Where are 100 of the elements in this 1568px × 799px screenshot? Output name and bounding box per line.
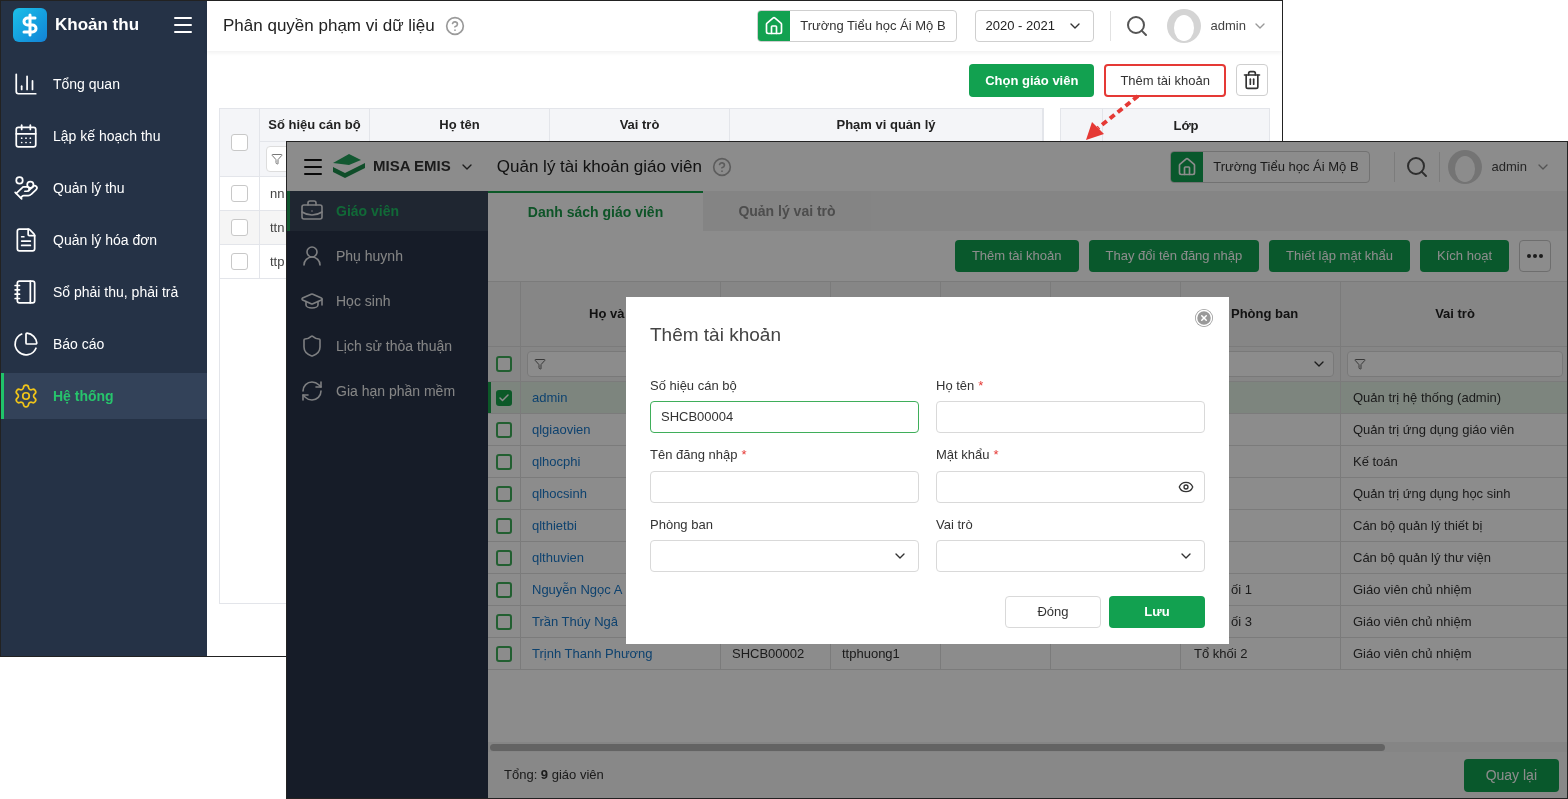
help-icon[interactable]: [711, 156, 732, 177]
sidebar-item[interactable]: Sổ phải thu, phải trả: [1, 269, 207, 315]
back-button[interactable]: Quay lại: [1463, 758, 1559, 792]
toolbar-button[interactable]: Chọn giáo viên: [969, 64, 1095, 97]
table-row[interactable]: Trịnh Thanh Phương SHCB00002 ttphuong1 Tổ khối 2 Giáo viên chủ nhiệm: [488, 638, 1567, 670]
dialog-title: Thêm tài khoản: [650, 323, 781, 347]
checkbox[interactable]: [496, 581, 512, 598]
table-cell-text: Giáo viên chủ nhiệm: [1353, 644, 1472, 663]
brand-name: MISA EMIS: [373, 156, 451, 177]
toolbar-button[interactable]: Thêm tài khoản: [1104, 64, 1226, 97]
select-field[interactable]: [936, 540, 1205, 572]
select-field[interactable]: [650, 540, 919, 572]
toolbar-button[interactable]: Kích hoạt: [1420, 240, 1509, 272]
teacher-link[interactable]: Trịnh Thanh Phương: [532, 643, 653, 664]
sidebar-item[interactable]: Tổng quan: [1, 61, 207, 107]
page-title: Phân quyền phạm vi dữ liệu: [223, 15, 435, 38]
filter-icon: [1354, 358, 1366, 370]
year-select[interactable]: 2020 - 2021: [974, 10, 1094, 42]
school-selector[interactable]: Trường Tiểu học Ái Mộ B: [1170, 150, 1370, 183]
sidebar-item[interactable]: Học sinh: [287, 281, 488, 321]
sidebar-item[interactable]: Quản lý thu: [1, 165, 207, 211]
input-field[interactable]: [650, 470, 919, 503]
checkbox[interactable]: [231, 134, 248, 151]
filter-field[interactable]: [1347, 351, 1563, 377]
field-label: Phòng ban: [650, 515, 713, 534]
teacher-link[interactable]: qlhocsinh: [532, 483, 587, 504]
school-selector[interactable]: Trường Tiểu học Ái Mộ B: [757, 10, 957, 42]
checkbox[interactable]: [496, 485, 512, 502]
tab[interactable]: Danh sách giáo viên: [488, 191, 703, 231]
checkbox[interactable]: [231, 219, 248, 236]
field-label: Họ tên: [936, 376, 975, 395]
filter-icon: [271, 153, 283, 165]
logo-icon: [13, 8, 47, 42]
table-cell-text: Cán bộ quản lý thư viện: [1353, 548, 1492, 567]
teacher-link[interactable]: qlgiaovien: [532, 419, 591, 440]
password-field[interactable]: [936, 470, 1205, 503]
pie-chart-icon: [13, 331, 39, 357]
avatar-icon: [1166, 9, 1201, 43]
checkbox[interactable]: [231, 185, 248, 202]
toolbar-button[interactable]: Thiết lập mật khẩu: [1269, 240, 1411, 272]
checkbox[interactable]: [496, 517, 512, 534]
teacher-link[interactable]: Nguyễn Ngọc A: [532, 579, 623, 600]
field-label: Tên đăng nhập: [650, 446, 738, 464]
checkbox[interactable]: [496, 549, 512, 566]
checkbox[interactable]: [496, 453, 512, 470]
sidebar-item[interactable]: Hệ thống: [1, 373, 207, 419]
close-button[interactable]: [1195, 309, 1213, 327]
person-icon: [300, 244, 324, 268]
toolbar-button[interactable]: Thêm tài khoản: [954, 240, 1079, 272]
column-header: Họ tên: [439, 116, 480, 135]
check-icon: [498, 391, 510, 404]
house-icon: [1177, 156, 1198, 177]
checkbox[interactable]: [496, 356, 512, 372]
sidebar-item[interactable]: Quản lý hóa đơn: [1, 217, 207, 263]
table-cell-text: Giáo viên chủ nhiệm: [1353, 612, 1472, 631]
teacher-link[interactable]: qlthietbi: [532, 515, 577, 536]
table-cell-text: ối 3: [1231, 612, 1252, 631]
column-header: Vai trò: [619, 116, 660, 135]
sidebar-item[interactable]: Báo cáo: [1, 321, 207, 367]
user-name[interactable]: admin: [1210, 16, 1246, 36]
search-icon[interactable]: [1404, 154, 1429, 179]
teacher-link[interactable]: qlhocphi: [532, 451, 581, 472]
delete-button[interactable]: [1236, 64, 1268, 96]
column-header: Số hiệu cán bộ: [268, 116, 361, 135]
scrollbar[interactable]: [490, 743, 1385, 751]
checkbox[interactable]: [496, 645, 512, 662]
search-icon[interactable]: [1124, 14, 1149, 38]
settings-icon: [13, 383, 39, 409]
checkbox[interactable]: [231, 253, 248, 270]
teacher-link[interactable]: qlthuvien: [532, 547, 585, 568]
input-field[interactable]: SHCB00004: [650, 401, 919, 433]
dialog-button[interactable]: Đóng: [1005, 596, 1101, 628]
school-name: Trường Tiểu học Ái Mộ B: [1212, 157, 1360, 176]
toolbar-button[interactable]: Thay đổi tên đăng nhập: [1088, 240, 1260, 272]
dialog-button[interactable]: Lưu: [1109, 596, 1205, 628]
input-field[interactable]: [936, 401, 1205, 433]
table-cell-text: Quản trị ứng dụng học sinh: [1353, 484, 1511, 503]
ellipsis-icon: [1527, 254, 1543, 258]
sidebar-item[interactable]: Lịch sử thỏa thuận: [287, 326, 488, 366]
help-icon[interactable]: [444, 16, 465, 36]
sidebar-item[interactable]: Gia hạn phần mềm: [287, 371, 488, 411]
hand-coin-icon: [13, 175, 39, 201]
table-cell-text: ttn: [270, 218, 285, 237]
table-cell-text: Quản trị hệ thống (admin): [1353, 388, 1502, 407]
shield-icon: [300, 334, 324, 358]
user-name[interactable]: admin: [1491, 156, 1527, 177]
refresh-icon: [300, 379, 324, 403]
checkbox[interactable]: [496, 421, 512, 438]
teacher-link[interactable]: admin: [532, 387, 568, 408]
more-button[interactable]: [1519, 240, 1551, 272]
table-cell-text: nn: [270, 184, 285, 203]
bar-chart-icon: [13, 71, 39, 97]
column-header: Phạm vi quản lý: [836, 116, 936, 135]
teacher-link[interactable]: Trần Thúy Ngâ: [532, 611, 618, 632]
checkbox[interactable]: [496, 613, 512, 630]
table-cell-text: Tổ khối 2: [1194, 644, 1248, 663]
sidebar-item[interactable]: Lập kế hoạch thu: [1, 113, 207, 159]
sidebar-item[interactable]: Phụ huynh: [287, 236, 488, 276]
checkbox[interactable]: [496, 389, 512, 406]
sidebar-item[interactable]: Giáo viên: [287, 191, 488, 231]
